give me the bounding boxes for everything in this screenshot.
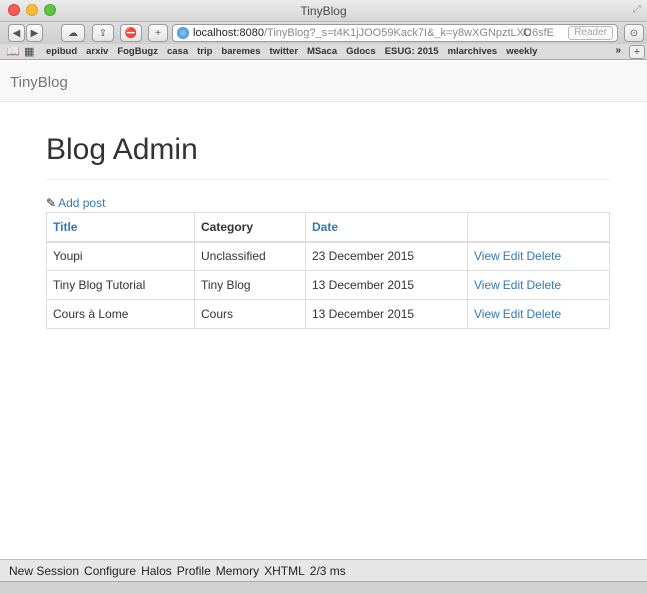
adblock-button[interactable]: ⛔ <box>120 24 142 42</box>
profile-link[interactable]: Profile <box>177 564 211 578</box>
bookmark-item[interactable]: Gdocs <box>346 46 376 57</box>
posts-table: Title Category Date Youpi Unclassified 2… <box>46 212 610 329</box>
bookmarks-bar: 📖 ▦ epibud arxiv FogBugz casa trip barem… <box>0 44 647 60</box>
view-link[interactable]: View <box>474 249 500 263</box>
post-actions: View Edit Delete <box>467 241 610 271</box>
bookmark-item[interactable]: FogBugz <box>117 46 158 57</box>
delete-link[interactable]: Delete <box>526 249 561 263</box>
bookmark-item[interactable]: epibud <box>46 46 77 57</box>
fullscreen-icon[interactable]: ⤢ <box>633 4 641 15</box>
book-icon[interactable]: 📖 <box>6 45 20 58</box>
post-title: Youpi <box>46 241 195 271</box>
reload-icon[interactable]: C <box>523 25 531 41</box>
post-category: Cours <box>194 299 306 329</box>
column-header-date[interactable]: Date <box>305 212 468 243</box>
bookmark-item[interactable]: ESUG: 2015 <box>385 46 439 57</box>
post-category: Unclassified <box>194 241 306 271</box>
navbar-brand[interactable]: TinyBlog <box>10 74 68 91</box>
back-arrow-icon: ◀ <box>12 27 21 39</box>
navbar: TinyBlog <box>0 61 647 102</box>
forward-arrow-icon: ▶ <box>30 27 39 39</box>
forward-button[interactable]: ▶ <box>26 24 43 42</box>
edit-link[interactable]: Edit <box>503 278 524 292</box>
page-title: Blog Admin <box>46 133 198 166</box>
window-title: TinyBlog <box>300 4 347 18</box>
bookmark-item[interactable]: MSaca <box>307 46 337 57</box>
new-session-link[interactable]: New Session <box>9 564 79 578</box>
add-tab-button[interactable]: + <box>629 45 645 59</box>
xhtml-link[interactable]: XHTML <box>264 564 305 578</box>
bookmarks-overflow-button[interactable]: » <box>615 45 621 56</box>
bookmark-item[interactable]: arxiv <box>86 46 108 57</box>
url-host: localhost:8080 <box>193 27 264 39</box>
post-actions: View Edit Delete <box>467 270 610 300</box>
bookmark-item[interactable]: casa <box>167 46 188 57</box>
share-button[interactable]: ⇪ <box>92 24 114 42</box>
view-link[interactable]: View <box>474 278 500 292</box>
bookmark-item[interactable]: mlarchives <box>448 46 498 57</box>
edit-link[interactable]: Edit <box>503 249 524 263</box>
new-tab-button[interactable]: + <box>148 24 168 42</box>
back-button[interactable]: ◀ <box>8 24 25 42</box>
column-header-title[interactable]: Title <box>46 212 195 243</box>
url-path: /TinyBlog?_s=t4K1jJOO59Kack7I&_k=y8wXGNp… <box>263 27 554 39</box>
address-bar[interactable]: localhost:8080/TinyBlog?_s=t4K1jJOO59Kac… <box>172 24 618 42</box>
configure-link[interactable]: Configure <box>84 564 136 578</box>
window-titlebar: TinyBlog ⤢ <box>0 0 647 22</box>
post-title: Tiny Blog Tutorial <box>46 270 195 300</box>
share-icon: ⇪ <box>98 27 108 39</box>
title-divider <box>46 179 610 180</box>
table-row: Cours à Lome Cours 13 December 2015 View… <box>46 299 610 329</box>
memory-link[interactable]: Memory <box>216 564 259 578</box>
bookmark-item[interactable]: twitter <box>270 46 299 57</box>
bookmark-item[interactable]: baremes <box>221 46 260 57</box>
table-header-row: Title Category Date <box>46 212 610 243</box>
edit-link[interactable]: Edit <box>503 307 524 321</box>
seaside-toolbar: New Session Configure Halos Profile Memo… <box>0 559 647 581</box>
download-icon: ⊙ <box>629 27 639 39</box>
adblock-icon: ⛔ <box>124 27 138 39</box>
add-post-label: Add post <box>58 196 106 210</box>
browser-toolbar: ◀ ▶ ☁ ⇪ ⛔ + localhost:8080/TinyBlog?_s=t… <box>0 22 647 44</box>
icloud-tabs-button[interactable]: ☁ <box>61 24 85 42</box>
table-row: Youpi Unclassified 23 December 2015 View… <box>46 241 610 271</box>
bookmark-item[interactable]: weekly <box>506 46 537 57</box>
add-post-link[interactable]: ✎ Add post <box>46 196 105 210</box>
cloud-icon: ☁ <box>68 27 78 39</box>
render-time: 2/3 ms <box>309 563 346 578</box>
bookmark-list: epibud arxiv FogBugz casa trip baremes t… <box>46 46 546 57</box>
post-date: 23 December 2015 <box>305 241 468 271</box>
pencil-icon: ✎ <box>46 196 57 210</box>
column-header-actions <box>467 212 610 243</box>
window-bottom-edge <box>0 581 647 594</box>
view-link[interactable]: View <box>474 307 500 321</box>
post-title: Cours à Lome <box>46 299 195 329</box>
bookmark-item[interactable]: trip <box>197 46 212 57</box>
globe-icon <box>177 27 189 39</box>
download-button[interactable]: ⊙ <box>624 24 644 42</box>
post-date: 13 December 2015 <box>305 299 468 329</box>
delete-link[interactable]: Delete <box>526 278 561 292</box>
delete-link[interactable]: Delete <box>526 307 561 321</box>
post-actions: View Edit Delete <box>467 299 610 329</box>
grid-icon[interactable]: ▦ <box>24 45 34 58</box>
halos-link[interactable]: Halos <box>141 564 172 578</box>
post-date: 13 December 2015 <box>305 270 468 300</box>
post-category: Tiny Blog <box>194 270 306 300</box>
reader-button[interactable]: Reader <box>568 26 613 40</box>
table-row: Tiny Blog Tutorial Tiny Blog 13 December… <box>46 270 610 300</box>
column-header-category: Category <box>194 212 306 243</box>
plus-icon: + <box>155 27 161 39</box>
